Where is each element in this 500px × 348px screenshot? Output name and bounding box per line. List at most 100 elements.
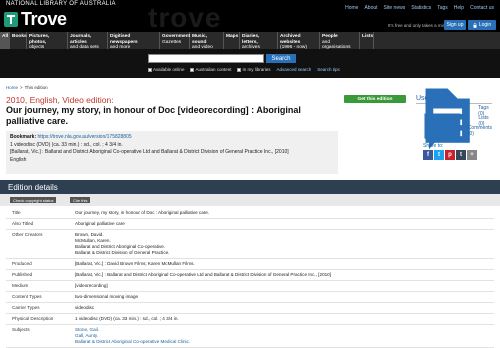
cite-this-button[interactable]: Cite this [70,197,91,203]
bookmark-url[interactable]: https://trove.nla.gov.au/version/1758288… [38,134,132,140]
table-row: Medium [videorecording] [6,281,494,292]
table-row: Title Our journey, my story, in honour o… [6,208,494,219]
edition-details-header: Edition details [0,180,500,194]
bookmark-label: Bookmark: [10,134,37,140]
site-header: NATIONAL LIBRARY OF AUSTRALIA Trove trov… [0,0,500,33]
edition-heading: 2010, English, Video edition: [6,95,114,105]
table-row: Carrier Types videodisc [6,303,494,314]
info-box: Bookmark: https://trove.nla.gov.au/versi… [6,131,338,174]
trove-logo-icon [4,11,18,27]
bookmark-line: Bookmark: https://trove.nla.gov.au/versi… [10,134,334,142]
breadcrumb-current: This edition [24,85,48,90]
top-link-about[interactable]: About [364,5,377,11]
lock-icon [473,22,477,28]
search-input[interactable] [148,54,264,63]
table-row: Other Creators Brown, David. McMullan, K… [6,230,494,259]
checkbox-australian-content[interactable] [190,67,195,72]
top-link-site-news[interactable]: Site news [384,5,406,11]
row-value: Our journey, my story, in honour of Doc … [75,210,210,215]
top-link-statistics[interactable]: Statistics [411,5,431,11]
row-value: two-dimensional moving image [75,294,139,299]
search-options: Available online Australian content In m… [148,67,340,72]
table-row: Content Types two-dimensional moving ima… [6,292,494,303]
option-my-libraries[interactable]: In my libraries [237,67,271,72]
top-links: Home About Site news Statistics Tags Hel… [345,5,494,11]
row-value: [Ballarat, Vic.] : Ballarat and District… [75,272,332,277]
trove-logo[interactable]: Trove [4,9,67,29]
row-key: Other Creators [12,232,43,237]
row-value: [Ballarat, Vic.] : David Brown Films; Ka… [75,261,195,266]
edition-details-table: Title Our journey, my story, in honour o… [6,208,494,348]
zone-tab-diaries[interactable]: Diaries, letters, archives [240,32,278,50]
table-row: Also Titled Aboriginal palliative care [6,219,494,230]
top-link-help[interactable]: Help [454,5,464,11]
twitter-icon[interactable]: t [434,150,444,160]
signup-button[interactable]: Sign up [444,20,466,30]
row-key: Produced [12,261,32,266]
pinterest-icon[interactable]: p [445,150,455,160]
breadcrumb-separator: > [20,85,23,90]
table-row: Physical Description 1 videodisc (DVD) (… [6,314,494,325]
zone-tab-pictures[interactable]: Pictures, photos, objects [27,32,68,50]
login-label: Login [478,22,492,28]
top-link-home[interactable]: Home [345,5,358,11]
top-link-tags[interactable]: Tags [437,5,448,11]
row-value: Brown, David. McMullan, Karen. Ballarat … [75,232,170,255]
zone-tab-newspapers[interactable]: Digitised newspapers and more [108,32,160,50]
edition-details-toolbar: Check copyright status Cite this [0,194,500,206]
subject-link[interactable]: Ballarat & District Aboriginal Co-operat… [75,339,190,345]
zone-tab-lists[interactable]: Lists [360,32,374,49]
row-key: Medium [12,283,29,288]
breadcrumb: Home > This edition [6,85,48,90]
header-watermark: trove [148,2,222,33]
search-tips-link[interactable]: Search tips [317,67,340,72]
row-key: Physical Description [12,316,54,321]
search-button[interactable]: Search [266,54,296,63]
zone-tab-journals[interactable]: Journals, articles and data sets [68,32,108,50]
copyright-status-button[interactable]: Check copyright status [10,197,57,203]
nla-label[interactable]: NATIONAL LIBRARY OF AUSTRALIA [6,1,116,7]
advanced-search-link[interactable]: Advanced search [277,67,312,72]
get-edition-button[interactable]: Get this edition [344,95,406,103]
checkbox-my-libraries[interactable] [237,67,242,72]
row-value: [videorecording] [75,283,108,288]
facebook-icon[interactable]: f [423,150,433,160]
row-key: Carrier Types [12,305,40,310]
table-row: Subjects Stone, Gail. Gall, Aunty. Balla… [6,325,494,348]
zone-tabs: All Books Pictures, photos, objects Journ… [0,32,500,50]
row-key: Published [12,272,33,277]
zone-tab-people[interactable]: People and organisations [320,32,360,50]
row-key: Subjects [12,327,30,332]
top-link-contact[interactable]: Contact us [470,5,494,11]
row-value: Stone, Gail. Gall, Aunty. Ballarat & Dis… [75,327,190,345]
login-button[interactable]: Login [468,20,496,30]
page-title: Our journey, my story, in honour of Doc … [6,105,301,126]
zone-tab-books[interactable]: Books [10,32,27,49]
option-australian-content[interactable]: Australian content [190,67,231,72]
row-value: videodisc [75,305,95,310]
row-value: 1 videodisc (DVD) (ca. 33 min.) : sd., c… [75,316,179,321]
row-key: Title [12,210,21,215]
table-row: Produced [Ballarat, Vic.] : David Brown … [6,259,494,270]
user-activity: User activity Tags (0) Lists (0) Comment… [416,88,492,149]
comments-link[interactable]: Comments (0) [416,113,492,149]
search-bar: Search Available online Australian conte… [0,49,500,78]
social-share: f t p t + [423,150,477,160]
trove-logo-text: Trove [21,8,67,29]
tumblr-icon[interactable]: t [456,150,466,160]
physical-line: 1 videodisc (DVD) (ca. 33 min.) : sd., c… [10,141,123,148]
row-key: Also Titled [12,221,34,226]
share-label: Share to: [423,143,444,149]
publisher-line: [Ballarat, Vic.] : Ballarat and District… [10,149,289,155]
option-available-online[interactable]: Available online [148,67,184,72]
row-key: Content Types [12,294,42,299]
checkbox-available-online[interactable] [148,67,152,72]
zone-tab-music[interactable]: Music, sound and video [190,32,224,50]
zone-tab-gazettes[interactable]: Government Gazettes [160,32,190,49]
zone-tab-maps[interactable]: Maps [224,32,240,49]
zone-tab-all[interactable]: All [0,32,10,49]
more-share-icon[interactable]: + [467,150,477,160]
zone-tab-archived-websites[interactable]: Archived websites (1996 - now) [278,32,320,50]
breadcrumb-home[interactable]: Home [6,85,18,90]
language-line: English [10,156,27,163]
